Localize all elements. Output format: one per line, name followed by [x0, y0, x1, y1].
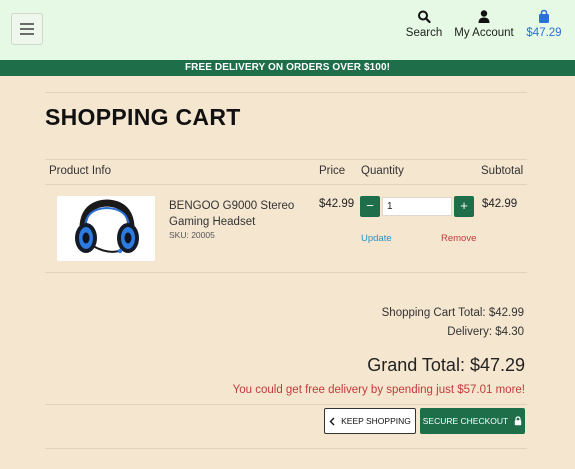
free-delivery-banner: FREE DELIVERY ON ORDERS OVER $100!	[0, 60, 575, 76]
product-price: $42.99	[319, 198, 355, 210]
search-nav-link[interactable]: Search	[404, 9, 444, 39]
product-sku: SKU: 20005	[169, 230, 215, 240]
remove-link[interactable]: Remove	[441, 233, 476, 244]
chevron-left-icon	[329, 417, 335, 425]
search-icon	[418, 10, 431, 24]
divider	[45, 272, 527, 273]
account-label: My Account	[454, 27, 514, 39]
cart-nav-link[interactable]: $47.29	[524, 9, 564, 39]
secure-checkout-label: SECURE CHECKOUT	[422, 416, 509, 426]
increase-quantity-button[interactable]: +	[454, 196, 474, 217]
headset-image	[57, 196, 155, 261]
quantity-input[interactable]: 1	[382, 197, 452, 216]
divider	[45, 404, 527, 405]
search-label: Search	[405, 27, 443, 39]
free-delivery-message: You could get free delivery by spending …	[232, 384, 525, 396]
header-quantity: Quantity	[361, 165, 404, 177]
update-link[interactable]: Update	[361, 233, 392, 244]
menu-button[interactable]	[11, 13, 43, 45]
hamburger-icon	[20, 23, 34, 25]
quantity-stepper: − 1 +	[360, 196, 474, 217]
shopping-bag-icon	[539, 9, 549, 23]
delivery-cost: Delivery: $4.30	[447, 326, 524, 338]
header-product-info: Product Info	[49, 165, 112, 177]
page-title: SHOPPING CART	[45, 104, 241, 130]
product-subtotal: $42.99	[482, 198, 518, 210]
divider	[45, 448, 527, 449]
cart-total: Shopping Cart Total: $42.99	[381, 307, 524, 319]
keep-shopping-button[interactable]: KEEP SHOPPING	[324, 408, 416, 434]
product-image[interactable]	[57, 196, 155, 261]
keep-shopping-label: KEEP SHOPPING	[341, 416, 411, 426]
cart-total-label: $47.29	[526, 27, 562, 39]
user-icon	[478, 10, 490, 23]
site-header: Search My Account $47.29	[0, 0, 575, 60]
product-name[interactable]: BENGOO G9000 Stereo Gaming Headset	[169, 198, 299, 230]
divider	[45, 92, 527, 93]
divider	[45, 184, 527, 185]
lock-icon	[515, 416, 522, 426]
divider	[45, 159, 527, 160]
secure-checkout-button[interactable]: SECURE CHECKOUT	[420, 408, 525, 434]
decrease-quantity-button[interactable]: −	[360, 196, 380, 217]
account-nav-link[interactable]: My Account	[452, 9, 516, 39]
grand-total: Grand Total: $47.29	[367, 355, 525, 375]
header-price: Price	[319, 165, 346, 177]
header-subtotal: Subtotal	[481, 165, 524, 177]
